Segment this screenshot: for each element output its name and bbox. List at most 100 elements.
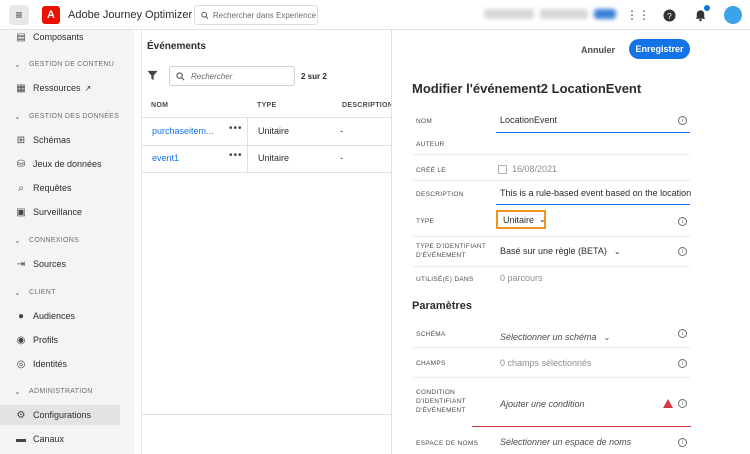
sidebar-item-label: Requêtes — [33, 183, 72, 193]
description-field[interactable]: This is a rule-based event based on the … — [500, 188, 691, 198]
created-date: 16/08/2021 — [498, 164, 558, 174]
sidebar-item-sources[interactable]: ⇥ Sources — [0, 254, 120, 274]
event-name-link[interactable]: event1 — [152, 153, 179, 163]
field-label-type: TYPE — [416, 218, 435, 225]
info-icon[interactable]: i — [678, 399, 687, 408]
section-label: CLIENT — [29, 289, 56, 296]
created-date-value: 16/08/2021 — [512, 164, 558, 174]
name-field[interactable]: LocationEvent — [500, 115, 557, 125]
chevron-down-icon: ⌄ — [14, 236, 22, 245]
info-icon[interactable]: i — [678, 438, 687, 447]
menu-icon[interactable]: ≡ — [9, 5, 29, 25]
env-badge-redacted — [594, 9, 616, 19]
sidebar-item-channels[interactable]: ▬ Canaux — [0, 429, 120, 449]
results-count: 2 sur 2 — [301, 72, 327, 81]
namespace-dropdown[interactable]: Sélectionner un espace de noms — [500, 437, 631, 447]
avatar[interactable] — [724, 6, 742, 24]
sidebar-section-connections[interactable]: ⌄ CONNEXIONS — [14, 236, 79, 245]
svg-text:?: ? — [667, 10, 672, 20]
global-search-input[interactable]: Rechercher dans Experience Cl... — [194, 5, 318, 25]
sidebar-item-label: Configurations — [33, 410, 92, 420]
info-icon[interactable]: i — [678, 359, 687, 368]
sidebar-item-datasets[interactable]: ⛁ Jeux de données — [0, 154, 120, 174]
sidebar-item-label: Composants — [33, 32, 84, 42]
channels-icon: ▬ — [16, 433, 26, 445]
sidebar-item-audiences[interactable]: ● Audiences — [0, 306, 120, 326]
column-header-name[interactable]: NOM — [151, 102, 168, 109]
sidebar-item-queries[interactable]: ⌕ Requêtes — [0, 178, 120, 198]
org-name-redacted — [484, 9, 534, 19]
divider — [412, 236, 690, 237]
more-actions-icon[interactable]: ••• — [229, 123, 243, 134]
type-dropdown-value: Unitaire — [503, 214, 535, 225]
event-name-link[interactable]: purchaseitem... — [152, 126, 214, 136]
top-bar: ≡ A Adobe Journey Optimizer Rechercher d… — [0, 0, 750, 30]
column-header-description[interactable]: DESCRIPTION — [342, 102, 393, 109]
chevron-down-icon: ⌄ — [603, 332, 611, 342]
schema-icon: ⊞ — [16, 134, 26, 146]
gear-icon: ⚙ — [16, 409, 26, 421]
section-label: GESTION DES DONNÉES — [29, 113, 120, 120]
audiences-icon: ● — [17, 310, 25, 322]
more-actions-icon[interactable]: ••• — [229, 150, 243, 161]
label-line: D'ÉVÉNEMENT — [416, 407, 466, 414]
description-field-underline — [496, 204, 690, 205]
field-label-schema: SCHÉMA — [416, 331, 446, 338]
info-icon[interactable]: i — [678, 217, 687, 226]
edit-event-panel: Annuler Enregistrer Modifier l'événement… — [391, 30, 750, 454]
schema-dropdown[interactable]: Sélectionner un schéma ⌄ — [500, 332, 610, 342]
divider — [142, 117, 391, 118]
id-type-dropdown[interactable]: Basé sur une règle (BETA) ⌄ — [500, 246, 621, 256]
sidebar-item-label: Sources — [33, 259, 67, 269]
adobe-logo: A — [42, 6, 60, 24]
help-icon[interactable]: ? — [661, 7, 677, 23]
sidebar-item-label: Profils — [33, 335, 59, 345]
event-type: Unitaire — [258, 153, 290, 163]
divider — [412, 266, 690, 267]
calendar-icon — [498, 164, 507, 174]
column-header-type[interactable]: TYPE — [257, 102, 276, 109]
datasets-icon: ⛁ — [16, 158, 26, 170]
type-dropdown[interactable]: Unitaire ⌄ — [496, 210, 546, 229]
sidebar-section-customer[interactable]: ⌄ CLIENT — [14, 288, 56, 297]
used-in-value: 0 parcours — [500, 273, 543, 283]
field-label-namespace: ESPACE DE NOMS — [416, 440, 479, 447]
sidebar-section-admin[interactable]: ⌄ ADMINISTRATION — [14, 387, 93, 396]
event-description: - — [340, 126, 343, 136]
field-label-created: CRÉÉ LE — [416, 167, 446, 174]
save-button[interactable]: Enregistrer — [629, 39, 690, 59]
monitoring-icon: ▣ — [16, 206, 26, 218]
label-line: CONDITION — [416, 389, 456, 396]
label-line: D'IDENTIFIANT — [416, 398, 466, 405]
sidebar-item-label: Schémas — [33, 135, 71, 145]
cancel-button[interactable]: Annuler — [573, 42, 623, 58]
sidebar-item-components[interactable]: ▤ Composants — [0, 27, 120, 47]
sidebar-item-configurations[interactable]: ⚙ Configurations — [0, 405, 120, 425]
sidebar-item-identities[interactable]: ◎ Identités — [0, 354, 120, 374]
divider — [247, 118, 248, 145]
sidebar-item-assets[interactable]: ▦ Ressources ↗ — [0, 78, 120, 98]
chevron-down-icon: ⌄ — [14, 112, 22, 121]
sidebar-section-data[interactable]: ⌄ GESTION DES DONNÉES — [14, 112, 119, 121]
info-icon[interactable]: i — [678, 247, 687, 256]
fields-value[interactable]: 0 champs sélectionnés — [500, 358, 592, 368]
events-search-input[interactable]: Rechercher — [169, 66, 295, 86]
search-icon — [201, 11, 209, 19]
sidebar-item-schemas[interactable]: ⊞ Schémas — [0, 130, 120, 150]
info-icon[interactable]: i — [678, 329, 687, 338]
sidebar-item-monitoring[interactable]: ▣ Surveillance — [0, 202, 120, 222]
field-label-used-in: UTILISÉ(E) DANS — [416, 276, 474, 283]
info-icon[interactable]: i — [678, 116, 687, 125]
sidebar-item-label: Audiences — [33, 311, 76, 321]
filter-icon[interactable] — [147, 70, 158, 84]
divider — [142, 172, 391, 173]
sidebar-section-content[interactable]: ⌄ GESTION DE CONTENU — [14, 60, 114, 69]
field-label-name: NOM — [416, 118, 433, 125]
field-label-description: DESCRIPTION — [416, 191, 464, 198]
apps-grid-icon[interactable]: ⋮⋮ — [626, 7, 650, 23]
identities-icon: ◎ — [16, 358, 26, 370]
sidebar-item-label: Ressources — [33, 83, 81, 93]
sidebar-item-profiles[interactable]: ◉ Profils — [0, 330, 120, 350]
add-condition-field[interactable]: Ajouter une condition — [500, 399, 585, 409]
notifications-bell-icon[interactable] — [692, 5, 710, 23]
